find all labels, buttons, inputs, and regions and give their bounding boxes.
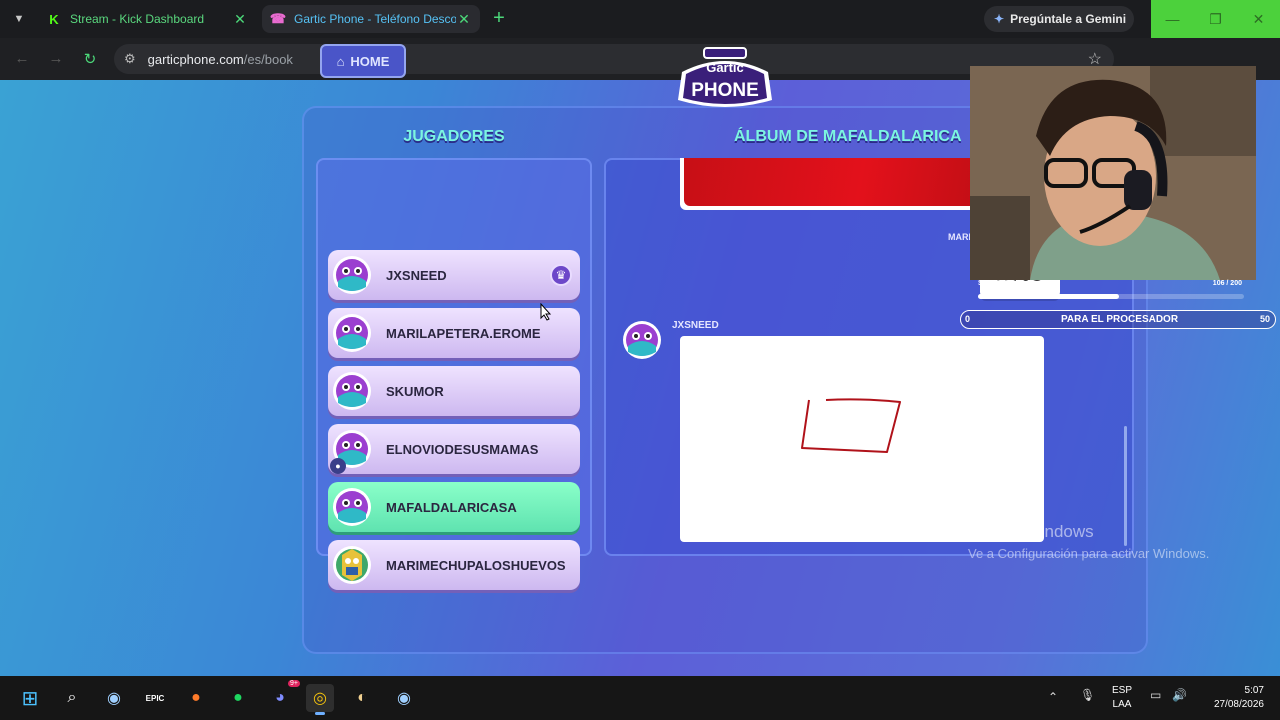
close-tab-icon[interactable]: ✕ — [456, 11, 472, 28]
chevron-up-icon[interactable]: ⌃ — [1048, 690, 1058, 704]
home-label: HOME — [350, 53, 390, 69]
player-avatar — [333, 488, 371, 526]
clock[interactable]: 5:07 27/08/2026 — [1196, 684, 1264, 712]
minimize-button[interactable]: — — [1151, 0, 1194, 38]
player-row[interactable]: ● ELNOVIODESUSMAMAS — [328, 424, 580, 474]
chrome-icon[interactable]: ◎ — [306, 684, 334, 715]
language-indicator[interactable]: ESP LAA — [1108, 684, 1136, 712]
logo-bottom-text: PHONE — [691, 80, 759, 101]
followers-widget: SEGUIDORES 106 / 200 — [970, 278, 1246, 304]
address-bar[interactable]: ⚙ garticphone.com/es/book ☆ — [114, 44, 1114, 74]
lang-top: ESP — [1111, 685, 1132, 696]
tab-title: Stream - Kick Dashboard — [70, 12, 205, 26]
drawing-author-avatar — [623, 321, 661, 359]
home-button[interactable]: ⌂ HOME — [320, 44, 406, 78]
discord-badge: 9+ — [288, 680, 300, 687]
rectangle-sketch — [801, 398, 901, 453]
epic-games-icon[interactable]: EPIC — [141, 684, 169, 712]
gemini-button[interactable]: ✦ Pregúntale a Gemini — [984, 6, 1134, 32]
webcam-feed — [970, 66, 1256, 280]
player-avatar — [333, 372, 371, 410]
reload-icon[interactable]: ↻ — [80, 50, 100, 70]
drawing-author: JXSNEED — [672, 320, 719, 331]
sparkle-icon: ✦ — [994, 12, 1005, 26]
followers-progress-track — [978, 294, 1244, 299]
player-avatar — [333, 546, 371, 584]
player-name: SKUMOR — [386, 383, 444, 399]
player-avatar — [333, 314, 371, 352]
url-host: garticphone.com — [147, 51, 244, 67]
network-icon[interactable]: ▭ — [1150, 688, 1161, 702]
new-tab-button[interactable]: + — [488, 8, 510, 30]
microphone-icon[interactable]: 🎙 — [1080, 688, 1095, 702]
activate-windows-title: Activar Windows — [968, 522, 1094, 541]
tab-title: Gartic Phone - Teléfono Descon — [294, 12, 456, 26]
player-row[interactable]: MARIMECHUPALOSHUEVOS — [328, 540, 580, 590]
activate-windows-subtitle: Ve a Configuración para activar Windows. — [968, 546, 1210, 561]
volume-icon[interactable]: 🔊 — [1172, 688, 1187, 702]
tab-kick-dashboard[interactable]: K Stream - Kick Dashboard ✕ — [38, 5, 256, 33]
spotify-icon[interactable]: ● — [224, 684, 252, 712]
discord-icon[interactable]: ◕ 9+ — [266, 680, 300, 712]
user-icon: ● — [330, 458, 346, 474]
followers-count: 106 / 200 — [1212, 280, 1242, 287]
followers-progress-fill — [978, 294, 1119, 299]
goal-bar: 0 PARA EL PROCESADOR 50 — [960, 310, 1276, 329]
app-icon[interactable]: ◐ — [348, 684, 376, 712]
gartic-phone-logo: Gartic PHONE — [678, 47, 772, 107]
gemini-label: Pregúntale a Gemini — [1010, 12, 1127, 26]
goal-start: 0 — [965, 314, 971, 324]
phone-icon: ☎ — [269, 11, 287, 26]
album-scrollbar[interactable] — [1124, 426, 1127, 546]
back-icon[interactable]: ← — [12, 50, 32, 70]
close-window-button[interactable]: ✕ — [1237, 0, 1280, 38]
logo-top-text: Gartic — [706, 60, 744, 75]
player-name: MARIMECHUPALOSHUEVOS — [386, 557, 566, 573]
streamer-webcam-image — [970, 66, 1256, 280]
home-icon: ⌂ — [336, 53, 345, 69]
tab-bar: ▼ K Stream - Kick Dashboard ✕ ☎ Gartic P… — [0, 0, 1280, 38]
lang-bottom: LAA — [1112, 699, 1132, 710]
mouse-cursor-icon — [540, 303, 552, 321]
search-icon[interactable]: ⌕ — [58, 684, 86, 712]
player-name: MARILAPETERA.EROME — [386, 325, 541, 341]
windows-start-icon[interactable]: ⊞ — [16, 684, 44, 712]
player-name: ELNOVIODESUSMAMAS — [386, 441, 539, 457]
player-name: JXSNEED — [386, 267, 447, 283]
player-row[interactable]: SKUMOR — [328, 366, 580, 416]
time: 5:07 — [1244, 685, 1264, 696]
crown-icon: ♛ — [550, 264, 572, 286]
player-name: MAFALDALARICASA — [386, 499, 517, 515]
player-row[interactable]: JXSNEED ♛ — [328, 250, 580, 300]
close-tab-icon[interactable]: ✕ — [232, 11, 248, 28]
restore-button[interactable]: ❐ — [1194, 0, 1237, 38]
player-row-active[interactable]: MAFALDALARICASA — [328, 482, 580, 532]
drawing-canvas — [680, 336, 1044, 542]
date: 27/08/2026 — [1213, 699, 1264, 710]
goal-label: PARA EL PROCESADOR — [1061, 314, 1179, 325]
firefox-icon[interactable]: ● — [182, 684, 210, 712]
goal-end: 50 — [1259, 314, 1270, 324]
url-path: /es/book — [243, 51, 293, 67]
site-settings-icon[interactable]: ⚙ — [124, 51, 136, 67]
tab-search-chevron-icon[interactable]: ▼ — [8, 8, 30, 30]
kick-icon: K — [49, 11, 59, 27]
player-avatar — [333, 256, 371, 294]
followers-label: SEGUIDORES — [978, 280, 1025, 287]
steam-icon[interactable]: ◉ — [390, 684, 418, 712]
players-heading: JUGADORES — [403, 128, 505, 145]
tab-gartic-phone[interactable]: ☎ Gartic Phone - Teléfono Descon ✕ — [262, 5, 480, 33]
forward-icon[interactable]: → — [46, 50, 66, 70]
steam-icon[interactable]: ◉ — [100, 684, 128, 712]
